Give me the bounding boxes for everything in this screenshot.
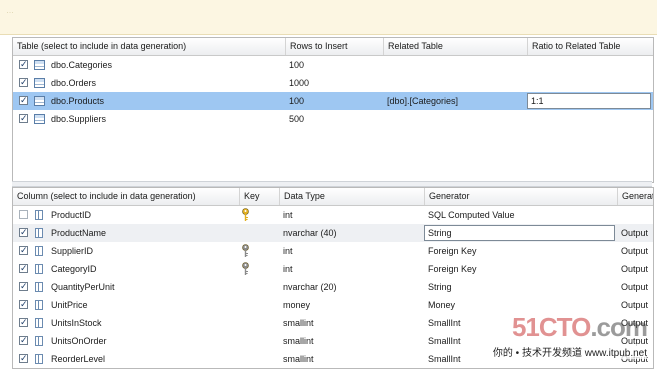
- include-checkbox[interactable]: ✓: [19, 114, 28, 123]
- banner-text: …: [6, 6, 15, 15]
- include-checkbox[interactable]: ✓: [19, 228, 28, 237]
- watermark-logo: 51CTO.com: [511, 312, 648, 342]
- column-icon: [35, 300, 43, 310]
- include-checkbox[interactable]: ✓: [19, 354, 28, 363]
- rows-to-insert[interactable]: 100: [285, 56, 383, 74]
- data-type: smallint: [283, 354, 314, 364]
- column-icon: [35, 354, 43, 364]
- table-row[interactable]: ✓ dbo.Suppliers 500: [13, 110, 653, 128]
- foreign-key-icon: [241, 262, 250, 276]
- include-checkbox[interactable]: ✓: [19, 336, 28, 345]
- column-row[interactable]: ✓ CategoryID int Foreign Key Output: [13, 260, 653, 278]
- rows-to-insert[interactable]: 1000: [285, 74, 383, 92]
- foreign-key-icon: [241, 244, 250, 258]
- include-checkbox[interactable]: [19, 210, 28, 219]
- table-name: dbo.Orders: [51, 78, 97, 88]
- primary-key-icon: [241, 208, 250, 222]
- col-header-generator[interactable]: Generator: [424, 188, 617, 205]
- column-row[interactable]: ✓ QuantityPerUnit nvarchar (20) String Outpu…: [13, 278, 653, 296]
- ratio-cell[interactable]: [527, 56, 653, 74]
- col-header-ratio[interactable]: Ratio to Related Table: [527, 38, 653, 55]
- watermark: 51CTO.com 你的 • 技术开发频道 www.itpub.net: [492, 312, 649, 364]
- column-icon: [35, 210, 43, 220]
- watermark-subtitle: 你的 • 技术开发频道 www.itpub.net: [492, 344, 647, 359]
- data-type: nvarchar (40): [283, 228, 337, 238]
- include-checkbox[interactable]: ✓: [19, 96, 28, 105]
- generator-output[interactable]: [617, 206, 653, 224]
- column-name: ProductName: [51, 228, 107, 238]
- ratio-cell[interactable]: [527, 110, 653, 128]
- column-name: UnitsOnOrder: [51, 336, 107, 346]
- column-icon: [35, 318, 43, 328]
- related-table[interactable]: [383, 110, 527, 128]
- ratio-input[interactable]: 1:1: [527, 93, 651, 109]
- related-table[interactable]: [383, 56, 527, 74]
- col-header-related-table[interactable]: Related Table: [383, 38, 527, 55]
- ratio-cell[interactable]: [527, 74, 653, 92]
- include-checkbox[interactable]: ✓: [19, 60, 28, 69]
- generator-cell[interactable]: Foreign Key: [424, 260, 617, 278]
- generator-cell[interactable]: SQL Computed Value: [424, 206, 617, 224]
- column-row[interactable]: ✓ ProductName nvarchar (40) String Output: [13, 224, 653, 242]
- data-type: smallint: [283, 318, 314, 328]
- tables-grid: Table (select to include in data generat…: [12, 37, 654, 183]
- column-icon: [35, 264, 43, 274]
- generator-cell[interactable]: String: [424, 278, 617, 296]
- table-icon: [34, 78, 45, 88]
- table-icon: [34, 60, 45, 70]
- include-checkbox[interactable]: ✓: [19, 246, 28, 255]
- table-row[interactable]: ✓ dbo.Products 100 [dbo].[Categories] 1:1: [13, 92, 653, 110]
- table-row[interactable]: ✓ dbo.Categories 100: [13, 56, 653, 74]
- column-name: SupplierID: [51, 246, 94, 256]
- column-name: UnitPrice: [51, 300, 88, 310]
- col-header-rows-to-insert[interactable]: Rows to Insert: [285, 38, 383, 55]
- table-icon: [34, 114, 45, 124]
- top-banner: …: [0, 0, 657, 35]
- generator-output[interactable]: Output: [617, 242, 653, 260]
- data-type: int: [283, 210, 293, 220]
- columns-grid-header: Column (select to include in data genera…: [13, 188, 653, 206]
- table-name: dbo.Products: [51, 96, 105, 106]
- include-checkbox[interactable]: ✓: [19, 318, 28, 327]
- related-table[interactable]: [dbo].[Categories]: [383, 92, 527, 110]
- column-name: QuantityPerUnit: [51, 282, 115, 292]
- col-header-column[interactable]: Column (select to include in data genera…: [13, 188, 239, 205]
- column-name: UnitsInStock: [51, 318, 102, 328]
- col-header-generator-output[interactable]: Generat: [617, 188, 653, 205]
- column-row[interactable]: ProductID int SQL Computed Value: [13, 206, 653, 224]
- table-row[interactable]: ✓ dbo.Orders 1000: [13, 74, 653, 92]
- data-type: nvarchar (20): [283, 282, 337, 292]
- column-icon: [35, 228, 43, 238]
- table-icon: [34, 96, 45, 106]
- column-name: ProductID: [51, 210, 92, 220]
- generator-cell[interactable]: Foreign Key: [424, 242, 617, 260]
- rows-to-insert[interactable]: 100: [285, 92, 383, 110]
- generator-output[interactable]: Output: [617, 224, 653, 242]
- column-row[interactable]: ✓ SupplierID int Foreign Key Output: [13, 242, 653, 260]
- include-checkbox[interactable]: ✓: [19, 300, 28, 309]
- table-name: dbo.Suppliers: [51, 114, 107, 124]
- include-checkbox[interactable]: ✓: [19, 78, 28, 87]
- column-icon: [35, 336, 43, 346]
- include-checkbox[interactable]: ✓: [19, 282, 28, 291]
- rows-to-insert[interactable]: 500: [285, 110, 383, 128]
- related-table[interactable]: [383, 74, 527, 92]
- data-type: int: [283, 264, 293, 274]
- generator-output[interactable]: Output: [617, 260, 653, 278]
- data-type: smallint: [283, 336, 314, 346]
- column-icon: [35, 246, 43, 256]
- generator-output[interactable]: Output: [617, 278, 653, 296]
- col-header-table[interactable]: Table (select to include in data generat…: [13, 38, 285, 55]
- include-checkbox[interactable]: ✓: [19, 264, 28, 273]
- data-type: money: [283, 300, 311, 310]
- column-icon: [35, 282, 43, 292]
- col-header-key[interactable]: Key: [239, 188, 279, 205]
- table-name: dbo.Categories: [51, 60, 113, 70]
- generator-select[interactable]: String: [424, 225, 615, 241]
- column-name: ReorderLevel: [51, 354, 106, 364]
- tables-grid-header: Table (select to include in data generat…: [13, 38, 653, 56]
- col-header-data-type[interactable]: Data Type: [279, 188, 424, 205]
- data-type: int: [283, 246, 293, 256]
- column-name: CategoryID: [51, 264, 97, 274]
